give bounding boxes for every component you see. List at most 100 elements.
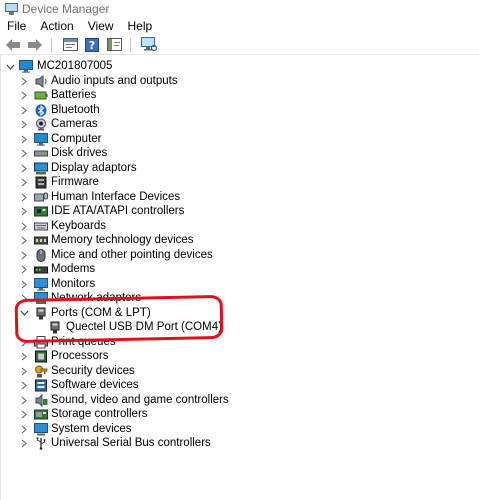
chevron-right-icon[interactable] xyxy=(19,88,29,103)
menu-view[interactable]: View xyxy=(81,17,121,35)
tree-category[interactable]: IDE ATA/ATAPI controllers xyxy=(0,204,479,219)
tree-category-label: Security devices xyxy=(51,364,135,377)
tree-category[interactable]: Display adaptors xyxy=(0,161,479,176)
chevron-right-icon[interactable] xyxy=(19,117,29,132)
tree-category-label: Storage controllers xyxy=(51,408,148,420)
tree-category-label: Cameras xyxy=(51,118,98,130)
system-device-icon xyxy=(34,422,48,436)
tree-category[interactable]: Keyboards xyxy=(0,219,479,234)
tree-category[interactable]: Universal Serial Bus controllers xyxy=(0,436,479,451)
chevron-right-icon[interactable] xyxy=(19,219,29,234)
tree-category-label: Universal Serial Bus controllers xyxy=(51,437,211,449)
ide-controller-icon xyxy=(34,205,48,218)
properties-panel-icon[interactable] xyxy=(61,37,79,53)
tree-category[interactable]: Mice and other pointing devices xyxy=(0,248,479,263)
tree-category[interactable]: Human Interface Devices xyxy=(0,190,479,205)
chevron-right-icon[interactable] xyxy=(19,204,29,219)
red-annotation-circle xyxy=(14,294,224,344)
menu-bar: File Action View Help xyxy=(0,17,479,35)
console-pane-icon[interactable] xyxy=(105,37,123,53)
speaker-icon xyxy=(34,74,48,88)
chevron-right-icon[interactable] xyxy=(19,262,29,277)
chevron-right-icon[interactable] xyxy=(19,277,29,292)
display-adapter-icon xyxy=(34,162,48,175)
tree-category[interactable]: Software devices xyxy=(0,378,479,393)
tree-category-label: Monitors xyxy=(51,277,96,290)
svg-text:?: ? xyxy=(89,39,95,52)
tree-category[interactable]: Disk drives xyxy=(0,146,479,161)
tree-category-label: IDE ATA/ATAPI controllers xyxy=(51,205,185,217)
chevron-right-icon[interactable] xyxy=(19,190,29,205)
security-device-icon xyxy=(34,365,48,378)
tree-category[interactable]: Security devices xyxy=(0,364,479,379)
tree-category[interactable]: Batteries xyxy=(0,88,479,103)
chevron-right-icon[interactable] xyxy=(19,422,29,437)
usb-icon xyxy=(34,437,48,450)
help-icon[interactable]: ? xyxy=(83,37,101,53)
tree-category[interactable]: Sound, video and game controllers xyxy=(0,393,479,408)
software-device-icon xyxy=(34,379,48,392)
tree-category-label: Memory technology devices xyxy=(51,234,194,246)
tree-category[interactable]: Firmware xyxy=(0,175,479,190)
storage-controller-icon xyxy=(34,408,48,421)
tree-category[interactable]: Bluetooth xyxy=(0,103,479,118)
chevron-down-icon[interactable] xyxy=(5,59,15,74)
forward-arrow-icon[interactable] xyxy=(26,37,44,53)
tree-category-label: Processors xyxy=(51,350,109,362)
toolbar-separator xyxy=(130,37,131,52)
chevron-right-icon[interactable] xyxy=(19,349,29,364)
tree-category[interactable]: Memory technology devices xyxy=(0,233,479,248)
device-manager-icon xyxy=(5,2,18,15)
chevron-right-icon[interactable] xyxy=(19,175,29,190)
tree-category[interactable]: Storage controllers xyxy=(0,407,479,422)
tree-category-label: Firmware xyxy=(51,176,99,188)
camera-icon xyxy=(34,118,48,131)
computer-name: MC201807005 xyxy=(37,60,113,72)
menu-action[interactable]: Action xyxy=(33,17,80,35)
chevron-right-icon[interactable] xyxy=(19,364,29,379)
tree-category[interactable]: Audio inputs and outputs xyxy=(0,74,479,89)
menu-help[interactable]: Help xyxy=(121,17,160,35)
chevron-right-icon[interactable] xyxy=(19,146,29,161)
tree-category-label: Sound, video and game controllers xyxy=(51,393,229,406)
monitor-icon xyxy=(34,277,48,291)
chevron-right-icon[interactable] xyxy=(19,407,29,422)
tree-category-label: Keyboards xyxy=(51,219,106,232)
toolbar-separator xyxy=(51,37,52,52)
chevron-right-icon[interactable] xyxy=(19,378,29,393)
scan-hardware-icon[interactable] xyxy=(140,37,158,53)
hid-icon xyxy=(34,191,48,204)
menu-file[interactable]: File xyxy=(0,17,33,35)
title-bar: Device Manager xyxy=(0,0,479,17)
tree-category[interactable]: Monitors xyxy=(0,277,479,292)
tree-category-label: Batteries xyxy=(51,89,97,101)
memory-icon xyxy=(34,234,48,247)
tree-category-label: Software devices xyxy=(51,379,139,391)
tree-category[interactable]: Processors xyxy=(0,349,479,364)
chevron-right-icon[interactable] xyxy=(19,233,29,248)
sound-controller-icon xyxy=(34,393,48,407)
tree-root[interactable]: MC201807005 xyxy=(0,59,479,74)
chevron-right-icon[interactable] xyxy=(19,248,29,263)
chevron-right-icon[interactable] xyxy=(19,74,29,89)
tree-category-label: Disk drives xyxy=(51,147,108,159)
disk-drive-icon xyxy=(34,147,48,160)
tree-category[interactable]: Computer xyxy=(0,132,479,147)
chevron-right-icon[interactable] xyxy=(19,436,29,451)
tree-category[interactable]: Cameras xyxy=(0,117,479,132)
bluetooth-icon xyxy=(34,103,48,117)
tree-category[interactable]: System devices xyxy=(0,422,479,437)
tree-category-label: Modems xyxy=(51,263,96,275)
modem-icon xyxy=(34,263,48,276)
chevron-right-icon[interactable] xyxy=(19,161,29,176)
keyboard-icon xyxy=(34,220,48,233)
back-arrow-icon[interactable] xyxy=(4,37,22,53)
chevron-right-icon[interactable] xyxy=(19,393,29,408)
chevron-right-icon[interactable] xyxy=(19,103,29,118)
chevron-right-icon[interactable] xyxy=(19,132,29,147)
tree-category-label: Computer xyxy=(51,132,102,145)
tree-category-label: Human Interface Devices xyxy=(51,190,181,203)
battery-icon xyxy=(34,89,48,102)
tree-category[interactable]: Modems xyxy=(0,262,479,277)
tree-category-label: System devices xyxy=(51,422,132,435)
